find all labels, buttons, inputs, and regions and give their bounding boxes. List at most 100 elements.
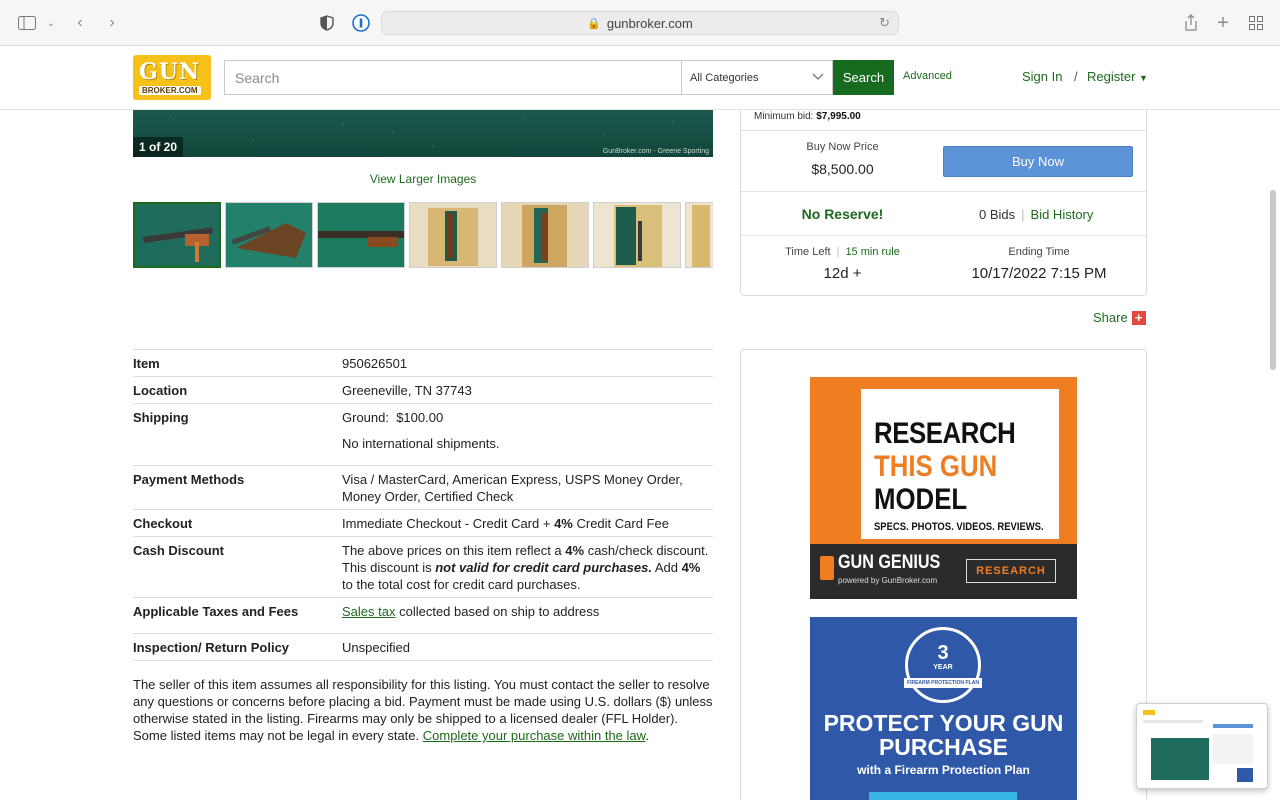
- row-label: Inspection/ Return Policy: [133, 640, 290, 655]
- table-row: Inspection/ Return Policy Unspecified: [133, 633, 713, 661]
- minimum-bid: Minimum bid: $7,995.00: [754, 111, 861, 122]
- badge-plan: FIREARM PROTECTION PLAN: [904, 678, 982, 688]
- page-scrollbar[interactable]: [1270, 190, 1276, 370]
- thumbnail-1[interactable]: [133, 202, 221, 268]
- url-text: gunbroker.com: [606, 15, 693, 31]
- seller-disclaimer: The seller of this item assumes all resp…: [133, 676, 713, 744]
- badge-year: YEAR: [933, 664, 953, 671]
- thumbnail-3[interactable]: [317, 202, 405, 268]
- checkout-text: Immediate Checkout - Credit Card +: [342, 516, 555, 531]
- share-label: Share: [1093, 310, 1128, 325]
- sidebar-toggle-icon[interactable]: [17, 13, 37, 33]
- checkout-value: Immediate Checkout - Credit Card + 4% Cr…: [342, 515, 713, 532]
- research-button[interactable]: RESEARCH: [966, 559, 1056, 583]
- ad-headline-1: RESEARCH: [874, 417, 1016, 450]
- tab-overview-icon[interactable]: [1246, 13, 1266, 33]
- thumbnail-4[interactable]: [409, 202, 497, 268]
- table-row: Item 950626501: [133, 349, 713, 376]
- image-watermark: GunBroker.com - Greene Sporting: [602, 148, 709, 155]
- buy-now-price: $8,500.00: [811, 161, 874, 177]
- address-bar[interactable]: 🔒 gunbroker.com ↻: [381, 11, 899, 35]
- row-label: Applicable Taxes and Fees: [133, 604, 299, 619]
- inspection-value: Unspecified: [342, 640, 410, 655]
- search-input[interactable]: [224, 60, 682, 95]
- ad-cta-button[interactable]: [869, 792, 1017, 800]
- logo-text-top: GUN: [139, 59, 201, 85]
- thumbnail-5[interactable]: [501, 202, 589, 268]
- new-tab-icon[interactable]: +: [1213, 12, 1233, 34]
- row-label: Cash Discount: [133, 543, 225, 558]
- thumbnail-6[interactable]: [593, 202, 681, 268]
- ad-subheadline: with a Firearm Protection Plan: [857, 763, 1030, 777]
- bids-info: 0 Bids | Bid History: [979, 207, 1094, 222]
- chevron-down-icon[interactable]: ⌄: [41, 13, 61, 33]
- site-header: GUN BROKER.COM All Categories Search Adv…: [0, 47, 1280, 110]
- gun-genius-ad[interactable]: RESEARCH THIS GUN MODEL SPECS. PHOTOS. V…: [810, 377, 1077, 599]
- ad-card: RESEARCH THIS GUN MODEL SPECS. PHOTOS. V…: [861, 389, 1059, 539]
- ad-headline-2: THIS GUN: [874, 450, 998, 483]
- bid-count: 0 Bids: [979, 207, 1016, 222]
- lock-icon: 🔒: [587, 17, 601, 30]
- reload-icon[interactable]: ↻: [879, 15, 890, 31]
- gunbroker-logo[interactable]: GUN BROKER.COM: [133, 55, 211, 100]
- sign-in-link[interactable]: Sign In: [1022, 69, 1062, 84]
- 15-min-rule-link[interactable]: 15 min rule: [845, 246, 899, 258]
- view-larger-images-link[interactable]: View Larger Images: [133, 172, 713, 186]
- divider: [741, 235, 1146, 236]
- password-manager-icon[interactable]: [351, 13, 371, 33]
- table-row: Payment Methods Visa / MasterCard, Ameri…: [133, 465, 713, 509]
- main-product-image[interactable]: 1 of 20 GunBroker.com - Greene Sporting: [133, 110, 713, 157]
- share-button[interactable]: Share +: [1093, 310, 1146, 325]
- firearm-protection-ad[interactable]: 3 YEAR FIREARM PROTECTION PLAN PROTECT Y…: [810, 617, 1077, 800]
- share-icon[interactable]: [1181, 13, 1201, 33]
- buy-now-price-label: Buy Now Price: [806, 141, 879, 153]
- bid-history-link[interactable]: Bid History: [1031, 207, 1094, 222]
- search-button[interactable]: Search: [833, 60, 894, 95]
- row-label: Payment Methods: [133, 472, 245, 487]
- thumbnail-7[interactable]: [685, 202, 713, 268]
- ad-brand-sub: powered by GunBroker.com: [838, 576, 938, 585]
- time-left-label: Time Left: [785, 246, 831, 258]
- ad-headline-3: MODEL: [874, 483, 968, 516]
- register-link[interactable]: Register ▼: [1087, 69, 1148, 84]
- shipping-cost: Ground: $100.00: [342, 410, 444, 425]
- category-value: All Categories: [690, 71, 759, 84]
- payment-methods-value: Visa / MasterCard, American Express, USP…: [342, 472, 683, 504]
- cash-text: to the total cost for credit card purcha…: [342, 577, 581, 592]
- forward-icon[interactable]: ›: [102, 13, 122, 33]
- divider: [741, 191, 1146, 192]
- bid-panel: Minimum bid: $7,995.00 Buy Now Price $8,…: [740, 110, 1147, 296]
- item-number: 950626501: [342, 356, 408, 371]
- no-reserve-label: No Reserve!: [801, 206, 884, 222]
- minimum-bid-value: $7,995.00: [816, 111, 861, 122]
- separator: /: [1074, 69, 1078, 84]
- ad-brand: GUN GENIUS: [838, 552, 941, 573]
- row-label: Location: [133, 383, 188, 398]
- category-select[interactable]: All Categories: [681, 60, 833, 95]
- back-icon[interactable]: ‹: [70, 13, 90, 33]
- protection-badge-icon: 3 YEAR FIREARM PROTECTION PLAN: [904, 627, 982, 703]
- register-label: Register: [1087, 69, 1136, 84]
- buy-now-button[interactable]: Buy Now: [943, 146, 1133, 177]
- caret-down-icon: ▼: [1139, 73, 1148, 83]
- advanced-search-link[interactable]: Advanced: [903, 70, 952, 82]
- purchase-law-link[interactable]: Complete your purchase within the law: [423, 728, 646, 743]
- ad-footer-bar: GUN GENIUS powered by GunBroker.com RESE…: [810, 544, 1077, 599]
- chevron-down-icon: [812, 72, 824, 84]
- browser-toolbar: ⌄ ‹ › 🔒 gunbroker.com ↻ +: [0, 0, 1280, 46]
- shield-icon[interactable]: [317, 13, 337, 33]
- thumbnail-2[interactable]: [225, 202, 313, 268]
- table-row: Location Greeneville, TN 37743: [133, 376, 713, 403]
- gun-genius-logo-icon: [820, 556, 834, 580]
- plus-icon: +: [1131, 310, 1146, 325]
- checkout-percent: 4%: [554, 516, 573, 531]
- time-left-label-row: Time Left | 15 min rule: [785, 246, 900, 258]
- row-label: Checkout: [133, 516, 193, 531]
- image-counter: 1 of 20: [133, 137, 184, 157]
- listing-details-table: Item 950626501 Location Greeneville, TN …: [133, 349, 713, 661]
- taxes-text: collected based on ship to address: [395, 604, 600, 619]
- time-left-value: 12d +: [823, 265, 862, 282]
- screenshot-preview[interactable]: [1136, 703, 1268, 789]
- ending-time-value: 10/17/2022 7:15 PM: [971, 265, 1107, 282]
- sales-tax-link[interactable]: Sales tax: [342, 604, 395, 619]
